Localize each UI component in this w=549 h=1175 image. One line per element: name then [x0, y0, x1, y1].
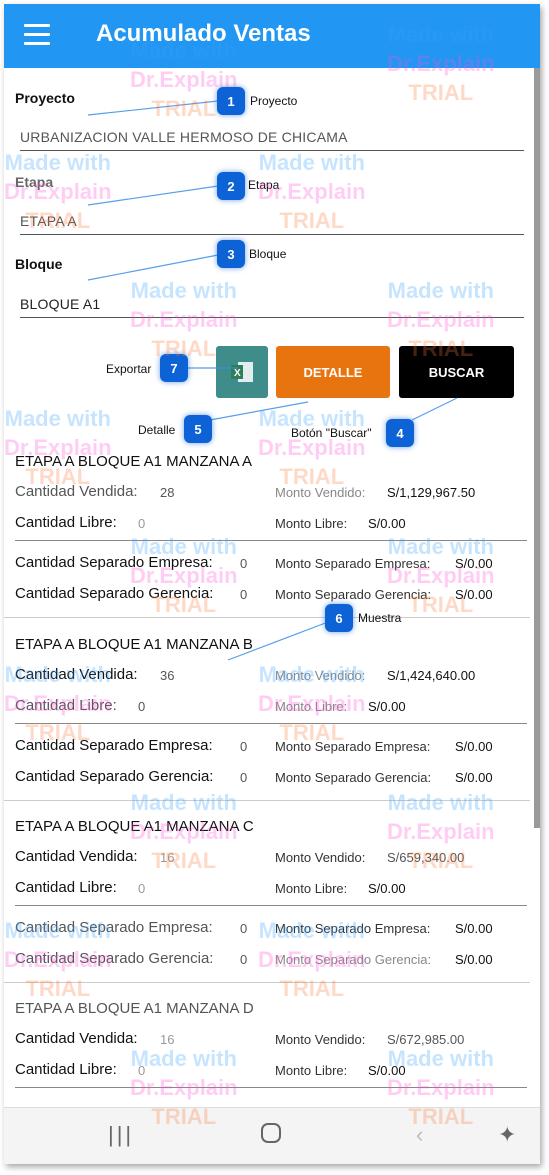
callout-label: Proyecto [250, 94, 298, 108]
callout-badge: 7 [160, 354, 188, 382]
callout-badge: 3 [217, 240, 245, 268]
callout-lines [87, 100, 458, 661]
callout-badge: 4 [386, 419, 414, 447]
callout-badge: 6 [325, 604, 353, 632]
callout-label: Muestra [358, 611, 402, 625]
callout-badge: 2 [217, 172, 245, 200]
callout-label: Bloque [249, 247, 287, 261]
callout-badge: 5 [184, 415, 212, 443]
callout-label: Botón "Buscar" [291, 426, 372, 440]
callout-label: Etapa [248, 178, 280, 192]
callout-badge: 1 [217, 87, 245, 115]
callout-label: Exportar [106, 362, 152, 376]
callout-label: Detalle [138, 423, 176, 437]
